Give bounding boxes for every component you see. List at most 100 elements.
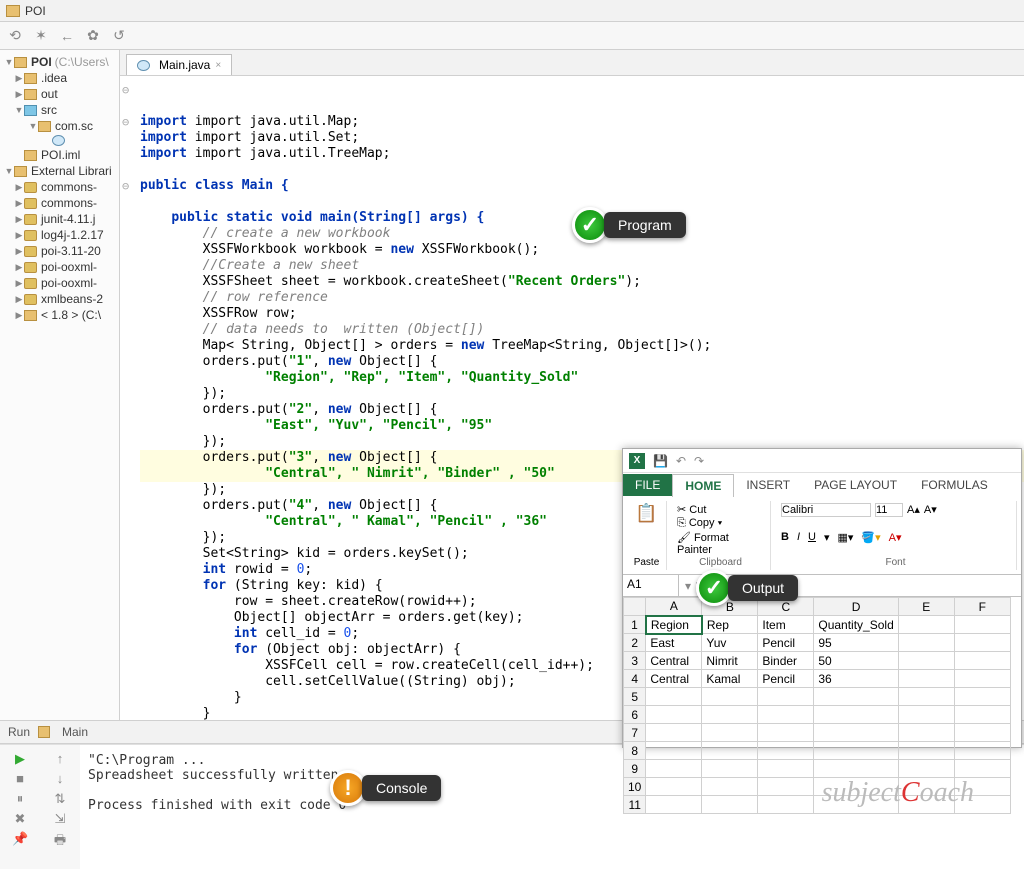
format-painter-icon[interactable]: 🖌 bbox=[677, 532, 694, 544]
copy-icon[interactable]: ⎘ bbox=[677, 517, 689, 529]
cell[interactable]: Region bbox=[646, 616, 702, 634]
close-button[interactable]: ✖ bbox=[12, 811, 28, 827]
cell[interactable]: 50 bbox=[814, 652, 898, 670]
border-button[interactable]: ▦▾ bbox=[838, 531, 854, 544]
cell[interactable]: Binder bbox=[758, 652, 814, 670]
print-button[interactable]: 🖶 bbox=[52, 831, 68, 847]
cell[interactable]: Rep bbox=[702, 616, 758, 634]
cell[interactable] bbox=[702, 778, 758, 796]
row-header[interactable]: 2 bbox=[624, 634, 646, 652]
cell[interactable] bbox=[898, 706, 954, 724]
name-box[interactable]: A1 bbox=[623, 575, 679, 596]
cell[interactable]: 95 bbox=[814, 634, 898, 652]
cell[interactable] bbox=[702, 706, 758, 724]
col-header[interactable]: E bbox=[898, 598, 954, 616]
cell[interactable] bbox=[702, 724, 758, 742]
tree-item[interactable]: src bbox=[0, 102, 119, 118]
tab-file[interactable]: FILE bbox=[623, 474, 672, 496]
tree-item[interactable]: < 1.8 > (C:\ bbox=[0, 307, 119, 323]
increase-font-icon[interactable]: A▴ bbox=[907, 503, 920, 517]
cell[interactable] bbox=[646, 706, 702, 724]
undo-icon[interactable]: ↶ bbox=[676, 454, 686, 468]
tree-item[interactable]: poi-3.11-20 bbox=[0, 243, 119, 259]
cell[interactable] bbox=[954, 742, 1010, 760]
cell[interactable] bbox=[702, 688, 758, 706]
save-icon[interactable]: 💾 bbox=[653, 454, 668, 468]
export-button[interactable]: ⇲ bbox=[52, 811, 68, 827]
cell[interactable] bbox=[954, 634, 1010, 652]
cell[interactable] bbox=[702, 760, 758, 778]
row-header[interactable]: 10 bbox=[624, 778, 646, 796]
cell[interactable] bbox=[758, 724, 814, 742]
col-header[interactable]: A bbox=[646, 598, 702, 616]
tree-item[interactable]: commons- bbox=[0, 195, 119, 211]
cell[interactable] bbox=[898, 760, 954, 778]
run-button[interactable]: ▶ bbox=[12, 751, 28, 767]
cell[interactable] bbox=[646, 724, 702, 742]
tree-item[interactable]: poi-ooxml- bbox=[0, 259, 119, 275]
cell[interactable] bbox=[758, 742, 814, 760]
cell[interactable]: Central bbox=[646, 670, 702, 688]
toolbar-button[interactable]: ↺ bbox=[110, 27, 128, 45]
cell[interactable]: Yuv bbox=[702, 634, 758, 652]
run-tab[interactable]: Run bbox=[8, 725, 30, 739]
font-name-select[interactable] bbox=[781, 503, 871, 517]
cell[interactable] bbox=[898, 616, 954, 634]
row-header[interactable]: 4 bbox=[624, 670, 646, 688]
tree-item[interactable]: .idea bbox=[0, 70, 119, 86]
paste-button[interactable]: Paste bbox=[633, 557, 660, 568]
cell[interactable] bbox=[758, 706, 814, 724]
row-header[interactable]: 9 bbox=[624, 760, 646, 778]
cell[interactable] bbox=[954, 724, 1010, 742]
project-root[interactable]: POI (C:\Users\ bbox=[0, 54, 119, 70]
cell[interactable] bbox=[898, 742, 954, 760]
italic-button[interactable]: I bbox=[797, 531, 800, 544]
cell[interactable]: East bbox=[646, 634, 702, 652]
col-header[interactable]: D bbox=[814, 598, 898, 616]
pin-button[interactable]: 📌 bbox=[12, 831, 28, 847]
cell[interactable] bbox=[954, 670, 1010, 688]
down-button[interactable]: ↓ bbox=[52, 771, 68, 787]
close-icon[interactable]: × bbox=[215, 60, 221, 71]
pause-button[interactable]: ⏸ bbox=[12, 791, 28, 807]
cell[interactable]: Central bbox=[646, 652, 702, 670]
cell[interactable]: Item bbox=[758, 616, 814, 634]
cell[interactable] bbox=[758, 778, 814, 796]
cell[interactable] bbox=[898, 670, 954, 688]
tab-page-layout[interactable]: PAGE LAYOUT bbox=[802, 474, 909, 496]
cell[interactable] bbox=[646, 742, 702, 760]
cell[interactable] bbox=[758, 688, 814, 706]
cell[interactable] bbox=[814, 742, 898, 760]
tree-item[interactable]: commons- bbox=[0, 179, 119, 195]
tree-item[interactable]: POI.iml bbox=[0, 147, 119, 163]
tab-formulas[interactable]: FORMULAS bbox=[909, 474, 1000, 496]
toolbar-button[interactable]: ← bbox=[58, 27, 76, 45]
row-header[interactable]: 3 bbox=[624, 652, 646, 670]
cell[interactable] bbox=[646, 778, 702, 796]
cell[interactable]: Pencil bbox=[758, 670, 814, 688]
bold-button[interactable]: B bbox=[781, 531, 789, 544]
cell[interactable]: Pencil bbox=[758, 634, 814, 652]
col-header[interactable]: F bbox=[954, 598, 1010, 616]
tree-item[interactable] bbox=[0, 134, 119, 147]
redo-icon[interactable]: ↷ bbox=[694, 454, 704, 468]
tab-home[interactable]: HOME bbox=[672, 474, 734, 497]
row-header[interactable]: 11 bbox=[624, 796, 646, 814]
tree-item[interactable]: poi-ooxml- bbox=[0, 275, 119, 291]
cell[interactable] bbox=[954, 688, 1010, 706]
row-header[interactable]: 1 bbox=[624, 616, 646, 634]
cell[interactable] bbox=[898, 652, 954, 670]
cell[interactable] bbox=[646, 688, 702, 706]
decrease-font-icon[interactable]: A▾ bbox=[924, 503, 937, 517]
cut-icon[interactable]: ✂ bbox=[677, 504, 689, 516]
cell[interactable] bbox=[898, 634, 954, 652]
tree-item[interactable]: junit-4.11.j bbox=[0, 211, 119, 227]
cell[interactable]: Nimrit bbox=[702, 652, 758, 670]
cell[interactable] bbox=[954, 706, 1010, 724]
cell[interactable] bbox=[898, 724, 954, 742]
cell[interactable] bbox=[646, 760, 702, 778]
run-config[interactable]: Main bbox=[62, 725, 88, 739]
toolbar-button[interactable]: ⟲ bbox=[6, 27, 24, 45]
row-header[interactable]: 6 bbox=[624, 706, 646, 724]
cell[interactable] bbox=[758, 760, 814, 778]
